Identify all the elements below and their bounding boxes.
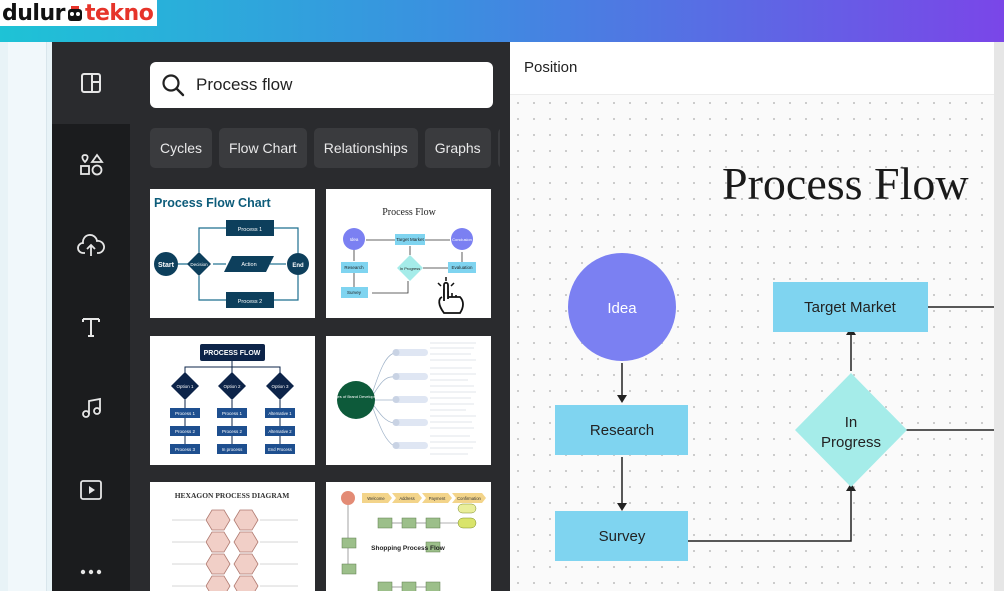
shapes-icon (80, 153, 104, 176)
template-title: Process Flow (382, 207, 436, 218)
cell-r2-c1: Process 2 (175, 429, 196, 434)
search-box[interactable] (150, 62, 493, 108)
chip-more[interactable]: T (497, 128, 500, 168)
watermark-brand-left: dulur (2, 0, 65, 26)
templates-panel: CyclesFlow ChartRelationshipsGraphsT Pro… (130, 42, 510, 591)
filter-chips: CyclesFlow ChartRelationshipsGraphsT (150, 128, 500, 168)
template-title: PROCESS FLOW (204, 350, 261, 357)
side-rail (52, 42, 130, 591)
template-card-brand-development[interactable]: Stages of Brand Development (326, 336, 491, 465)
cell-r2-c3: Alternative 2 (268, 429, 292, 434)
node-survey: Survey (347, 290, 362, 295)
option-1: Option 1 (176, 384, 194, 389)
more-dots-icon (80, 569, 102, 575)
center-node-text: Stages of Brand Development (329, 394, 383, 399)
node-idea: Idea (350, 237, 359, 242)
node-target-market-label: Target Market (804, 299, 897, 316)
template-card-process-flow-options[interactable]: PROCESS FLOW Option 1 Option 2 Option 3 … (150, 336, 315, 465)
template-card-process-flow-chart[interactable]: Process Flow Chart Start Process 1 Decis… (150, 189, 315, 318)
node-decision: Decision (190, 262, 208, 267)
search-input[interactable] (194, 74, 478, 96)
cell-r1-c2: Process 1 (222, 411, 243, 416)
step-payment: Payment (429, 496, 446, 501)
chip-flow-chart[interactable]: Flow Chart (219, 128, 307, 168)
node-start: Start (158, 262, 175, 269)
rail-item-videos[interactable] (52, 460, 130, 520)
layout-icon (81, 73, 101, 93)
step-welcome: Welcome (367, 496, 385, 501)
step-confirmation: Confirmation (457, 496, 481, 501)
left-edge-panel (8, 42, 47, 591)
cell-r1-c1: Process 1 (175, 411, 196, 416)
rail-item-more[interactable] (52, 542, 130, 602)
template-card-process-flow[interactable]: Process Flow Idea Target Market Conclusi… (326, 189, 491, 318)
video-play-icon (80, 480, 102, 500)
chip-relationships[interactable]: Relationships (313, 128, 418, 168)
node-survey-label: Survey (599, 528, 646, 545)
rail-item-audio[interactable] (52, 378, 130, 438)
rail-item-elements[interactable] (52, 135, 130, 195)
cloud-upload-icon (77, 234, 105, 256)
template-title: Shopping Process Flow (371, 545, 446, 552)
node-in-progress-wrap: In Progress (820, 414, 882, 451)
search-icon (162, 74, 185, 97)
text-icon (82, 318, 100, 337)
music-note-icon (82, 397, 101, 418)
left-edge-strip (0, 42, 52, 591)
step-address: Address (399, 496, 414, 501)
position-button[interactable]: Position (524, 59, 577, 76)
template-card-shopping-process[interactable]: Welcome Address Payment Confirmation Sho… (326, 482, 491, 591)
node-research-label: Research (590, 422, 654, 439)
node-process-2: Process 2 (238, 299, 262, 305)
cell-r2-c2: Process 2 (222, 429, 243, 434)
rail-item-design[interactable] (52, 53, 130, 113)
node-end: End (292, 263, 304, 269)
flowchart-design: Process Flow Idea Target Market Research… (555, 158, 994, 561)
rail-item-text[interactable] (52, 297, 130, 357)
chip-cycles[interactable]: Cycles (150, 128, 213, 168)
canvas-toolbar: Position (510, 42, 994, 95)
node-conclusion: Conclusion (452, 237, 472, 242)
right-scroll-edge[interactable] (994, 42, 1004, 591)
cell-r3-c1: Process 3 (175, 447, 196, 452)
template-title: Process Flow Chart (154, 196, 272, 210)
node-in-progress: In Progress (400, 266, 420, 271)
node-research: Research (344, 265, 364, 270)
option-2: Option 2 (223, 384, 241, 389)
template-card-hexagon-process[interactable]: HEXAGON PROCESS DIAGRAM (150, 482, 315, 591)
cell-r3-c2: In process (222, 447, 244, 452)
node-in-progress-label: In Progress (820, 414, 882, 451)
option-3: Option 3 (271, 384, 289, 389)
watermark-brand-right: tekno (84, 0, 154, 26)
mascot-icon (66, 4, 84, 22)
node-process-1: Process 1 (238, 227, 262, 233)
node-target-market: Target Market (396, 237, 424, 242)
rail-item-uploads[interactable] (52, 216, 130, 276)
node-idea-label: Idea (607, 300, 637, 317)
node-action: Action (241, 262, 256, 268)
center-node: Stages of Brand Development (329, 394, 383, 399)
chip-graphs[interactable]: Graphs (424, 128, 491, 168)
design-canvas: Position Process Flow Idea Target Market… (510, 42, 994, 591)
hand-cursor-icon (437, 277, 464, 314)
template-title: HEXAGON PROCESS DIAGRAM (175, 491, 290, 500)
cell-r3-c3: End Process (268, 447, 292, 452)
node-evaluation: Evaluation (451, 265, 473, 270)
cell-r1-c3: Alternative 1 (268, 411, 292, 416)
watermark-logo: dulur tekno (0, 0, 158, 26)
canvas-page[interactable]: Process Flow Idea Target Market Research… (510, 95, 994, 591)
canvas-title[interactable]: Process Flow (722, 158, 969, 209)
